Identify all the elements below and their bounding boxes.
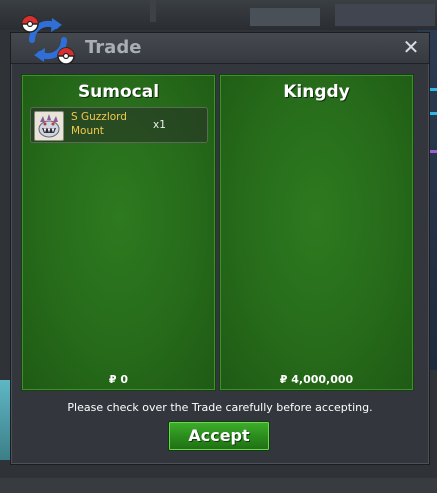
accept-button[interactable]: Accept	[168, 421, 270, 451]
right-trade-panel: Kingdy ₽ 4,000,000	[219, 74, 414, 391]
trade-window: Trade ✕ Sumocal S Guzzlord Mount x1 ₽ 0	[10, 32, 430, 465]
background-scenery-bottom	[0, 478, 437, 493]
background-neon-light	[429, 150, 437, 153]
right-money-offer: ₽ 4,000,000	[279, 373, 354, 386]
guzzlord-mount-icon	[34, 111, 64, 141]
right-player-name: Kingdy	[283, 82, 350, 102]
left-player-name: Sumocal	[77, 82, 160, 102]
background-neon-light	[429, 112, 437, 115]
background-neon-light	[429, 88, 437, 91]
close-button[interactable]: ✕	[401, 36, 421, 58]
trade-swap-icon	[18, 10, 78, 70]
trade-window-title: Trade	[85, 37, 142, 58]
trade-notice-text: Please check over the Trade carefully be…	[67, 401, 373, 414]
background-pole	[150, 0, 156, 22]
background-building	[250, 8, 320, 26]
trade-item-slot[interactable]: S Guzzlord Mount x1	[30, 107, 208, 143]
trade-item-quantity: x1	[153, 119, 166, 131]
left-money-offer: ₽ 0	[108, 373, 129, 386]
left-trade-panel: Sumocal S Guzzlord Mount x1 ₽ 0	[21, 74, 216, 391]
background-building	[335, 4, 435, 26]
trade-item-name: S Guzzlord Mount	[71, 111, 127, 137]
